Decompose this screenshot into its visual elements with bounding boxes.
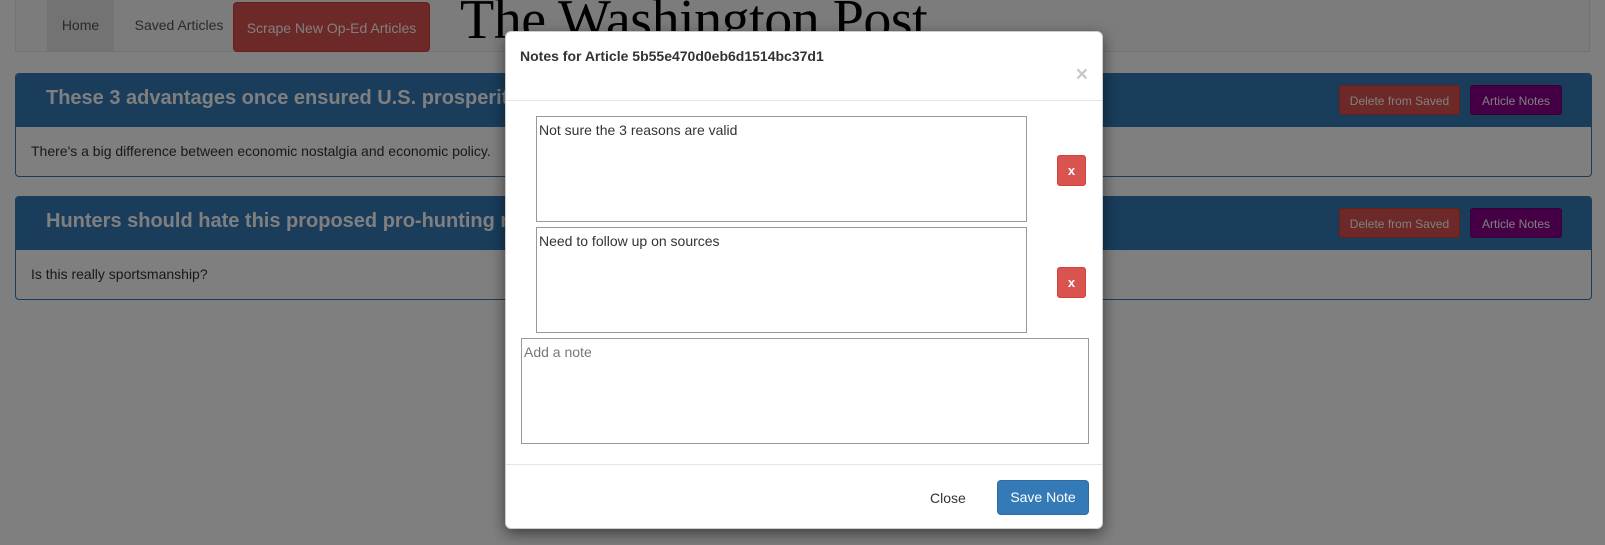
saved-note: Need to follow up on sources [536,227,1027,333]
modal-title: Notes for Article 5b55e470d0eb6d1514bc37… [520,48,824,64]
delete-note-button[interactable]: x [1057,155,1086,186]
delete-note-button[interactable]: x [1057,267,1086,298]
close-icon[interactable]: × [1076,64,1088,85]
save-note-button[interactable]: Save Note [997,480,1089,515]
saved-note: Not sure the 3 reasons are valid [536,116,1027,222]
modal-footer: Close Save Note [506,464,1102,530]
modal-header: Notes for Article 5b55e470d0eb6d1514bc37… [506,32,1102,101]
notes-modal: Notes for Article 5b55e470d0eb6d1514bc37… [505,31,1103,529]
close-button[interactable]: Close [930,490,966,506]
add-note-input[interactable] [521,338,1089,444]
